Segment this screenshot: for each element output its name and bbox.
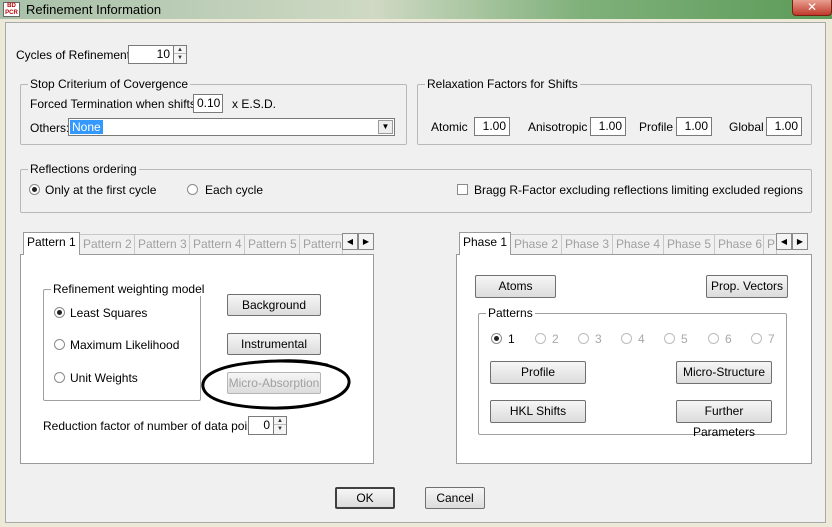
global-input[interactable]: 1.00 — [766, 117, 802, 136]
cycles-input[interactable]: 10 — [128, 45, 174, 64]
tab-phase-1[interactable]: Phase 1 — [459, 232, 512, 255]
atomic-label: Atomic — [431, 120, 468, 134]
patterns-legend: Patterns — [486, 306, 535, 320]
micro-structure-button[interactable]: Micro-Structure — [676, 361, 772, 384]
esd-label: x E.S.D. — [232, 97, 277, 111]
window-title: Refinement Information — [26, 2, 162, 17]
prop-vectors-button[interactable]: Prop. Vectors — [706, 275, 788, 298]
phase-pattern-radio-6[interactable] — [708, 333, 719, 344]
tab-pattern-2[interactable]: Pattern 2 — [79, 234, 136, 255]
least-squares-radio[interactable] — [54, 307, 65, 318]
reduction-label: Reduction factor of number of data point… — [43, 419, 267, 433]
phase-pattern-label-7: 7 — [768, 332, 775, 346]
tab-pattern-1[interactable]: Pattern 1 — [23, 232, 80, 255]
chevron-right-icon[interactable]: ▶ — [358, 233, 374, 250]
patterns-group: Patterns 1 2 3 4 5 6 7 Profile Micro-Str… — [478, 306, 787, 439]
unit-weights-label: Unit Weights — [70, 371, 138, 385]
cycles-label: Cycles of Refinement: — [16, 48, 134, 62]
first-cycle-radio[interactable] — [29, 184, 40, 195]
dialog-body: Cycles of Refinement: 10 ▲ ▼ Stop Criteri… — [5, 22, 826, 523]
phase-pattern-label-5: 5 — [681, 332, 688, 346]
tab-phase-4[interactable]: Phase 4 — [612, 234, 665, 255]
tab-phase-5[interactable]: Phase 5 — [663, 234, 716, 255]
tab-phase-3[interactable]: Phase 3 — [561, 234, 614, 255]
cycles-spinner[interactable]: ▲ ▼ — [173, 45, 187, 64]
bragg-checkbox[interactable] — [457, 184, 468, 195]
others-value: None — [70, 120, 103, 134]
least-squares-label: Least Squares — [70, 306, 148, 320]
phase-pattern-radio-7[interactable] — [751, 333, 762, 344]
chevron-down-icon[interactable]: ▼ — [378, 120, 393, 134]
tab-phase-6[interactable]: Phase 6 — [714, 234, 767, 255]
each-cycle-radio[interactable] — [187, 184, 198, 195]
pattern-tab-scroller[interactable]: ◀ ▶ — [342, 233, 374, 250]
atoms-button[interactable]: Atoms — [475, 275, 556, 298]
title-bar[interactable]: BD PCR Refinement Information ✕ — [0, 0, 832, 19]
max-likelihood-radio[interactable] — [54, 339, 65, 350]
phase-pattern-label-6: 6 — [725, 332, 732, 346]
cancel-button[interactable]: Cancel — [425, 487, 485, 509]
instrumental-button[interactable]: Instrumental — [227, 333, 321, 355]
relaxation-legend: Relaxation Factors for Shifts — [425, 77, 580, 91]
unit-weights-radio[interactable] — [54, 372, 65, 383]
profile-button[interactable]: Profile — [490, 361, 586, 384]
hkl-shifts-button[interactable]: HKL Shifts — [490, 400, 586, 423]
background-button[interactable]: Background — [227, 294, 321, 316]
each-cycle-label: Each cycle — [205, 183, 264, 197]
tab-pattern-4[interactable]: Pattern 4 — [189, 234, 246, 255]
chevron-left-icon[interactable]: ◀ — [776, 233, 792, 250]
tab-phase-2[interactable]: Phase 2 — [510, 234, 563, 255]
phase-pattern-label-4: 4 — [638, 332, 645, 346]
tab-pattern-5[interactable]: Pattern 5 — [244, 234, 301, 255]
annotation-circle — [201, 359, 351, 410]
others-combo[interactable]: None ▼ — [68, 118, 395, 136]
further-parameters-button[interactable]: Further Parameters — [676, 400, 772, 439]
first-cycle-label: Only at the first cycle — [45, 183, 157, 197]
tab-phase-7[interactable]: P — [763, 234, 777, 255]
stop-criterium-group: Stop Criterium of Covergence Forced Term… — [20, 77, 407, 145]
anisotropic-input[interactable]: 1.00 — [590, 117, 626, 136]
phase-pattern-label-3: 3 — [595, 332, 602, 346]
anisotropic-label: Anisotropic — [528, 120, 588, 134]
tab-pattern-6[interactable]: Pattern — [299, 234, 343, 255]
reduction-spinner[interactable]: ▲ ▼ — [273, 416, 287, 435]
refinement-window: BD PCR Refinement Information ✕ Cycles of… — [0, 0, 832, 527]
atomic-input[interactable]: 1.00 — [474, 117, 510, 136]
forced-termination-label: Forced Termination when shifts < — [30, 97, 207, 111]
others-label: Others: — [30, 121, 70, 135]
weighting-legend: Refinement weighting model — [51, 282, 207, 296]
phase-pattern-radio-2[interactable] — [535, 333, 546, 344]
reflections-legend: Reflections ordering — [28, 162, 139, 176]
phase-pattern-radio-5[interactable] — [664, 333, 675, 344]
global-label: Global — [729, 120, 764, 134]
chevron-right-icon[interactable]: ▶ — [792, 233, 808, 250]
phase-pattern-label-1: 1 — [508, 332, 515, 346]
tab-pattern-3[interactable]: Pattern 3 — [134, 234, 191, 255]
max-likelihood-label: Maximum Likelihood — [70, 338, 180, 352]
phase-tab-scroller[interactable]: ◀ ▶ — [776, 233, 808, 250]
reduction-input[interactable]: 0 — [248, 416, 274, 435]
ok-button[interactable]: OK — [335, 487, 395, 509]
profile-label: Profile — [639, 120, 674, 134]
spin-down-icon[interactable]: ▼ — [274, 425, 286, 433]
profile-input[interactable]: 1.00 — [676, 117, 712, 136]
phase-pattern-radio-1[interactable] — [491, 333, 502, 344]
phase-pattern-radio-3[interactable] — [578, 333, 589, 344]
phase-tab-panel: Atoms Prop. Vectors Patterns 1 2 3 4 5 6… — [456, 254, 812, 464]
phase-pattern-radio-4[interactable] — [621, 333, 632, 344]
phase-pattern-label-2: 2 — [552, 332, 559, 346]
relaxation-group: Relaxation Factors for Shifts Atomic 1.0… — [417, 77, 812, 145]
stop-criterium-legend: Stop Criterium of Covergence — [28, 77, 191, 91]
chevron-left-icon[interactable]: ◀ — [342, 233, 358, 250]
spin-up-icon[interactable]: ▲ — [274, 417, 286, 425]
forced-termination-input[interactable]: 0.10 — [193, 94, 223, 113]
reflections-group: Reflections ordering Only at the first c… — [20, 162, 812, 213]
weighting-group: Refinement weighting model Least Squares… — [43, 282, 207, 401]
app-icon: BD PCR — [3, 2, 20, 17]
spin-up-icon[interactable]: ▲ — [174, 46, 186, 54]
close-button[interactable]: ✕ — [792, 0, 832, 16]
spin-down-icon[interactable]: ▼ — [174, 54, 186, 62]
bragg-label: Bragg R-Factor excluding reflections lim… — [474, 183, 803, 197]
